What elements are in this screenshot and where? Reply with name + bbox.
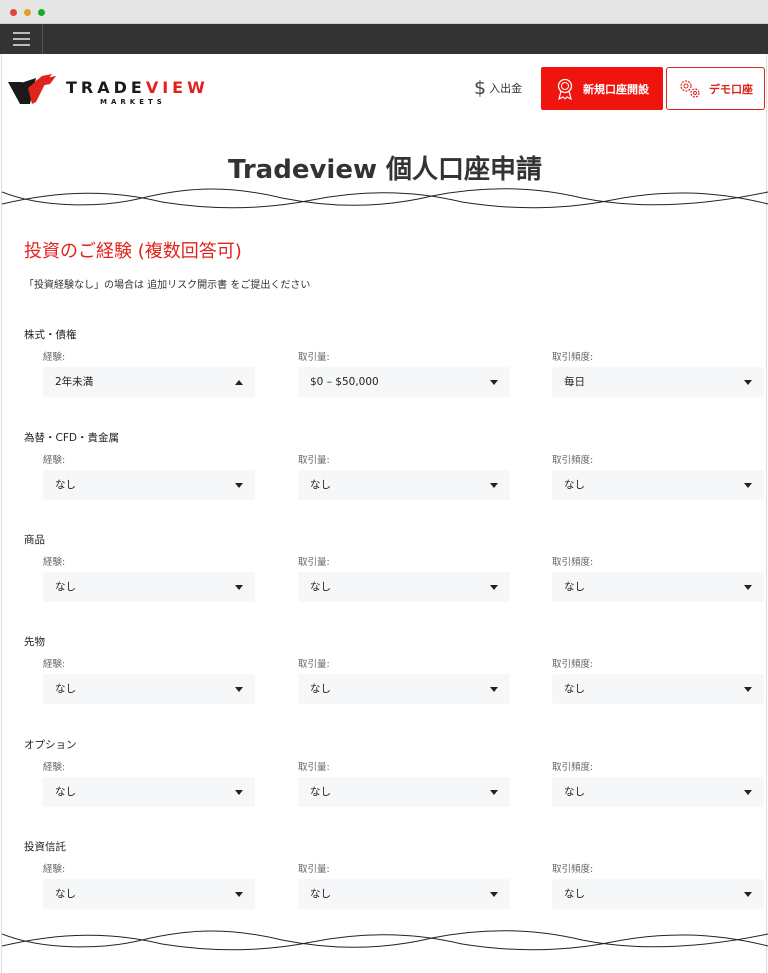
logo-wordmark: TRADEVIEW	[66, 78, 209, 97]
experience-select[interactable]: 2年未満	[43, 367, 255, 397]
page-content: TRADEVIEW MARKETS $ 入出金 新規口座開設 デモ口座 Trad…	[1, 54, 768, 973]
experience-label: 経験:	[43, 557, 66, 568]
window-titlebar	[0, 0, 768, 24]
open-account-label: 新規口座開設	[583, 82, 649, 96]
gears-icon	[680, 79, 700, 98]
caret-down-icon	[235, 790, 243, 795]
deposit-withdraw-label: 入出金	[489, 82, 523, 95]
caret-down-icon	[490, 687, 498, 692]
volume-label: 取引量:	[298, 557, 330, 568]
hamburger-menu-icon[interactable]	[0, 24, 43, 54]
group-label: オプション	[24, 739, 77, 751]
volume-label: 取引量:	[298, 455, 330, 466]
group-label: 株式・債権	[24, 329, 77, 341]
section-note: 「投資経験なし」の場合は 追加リスク開示書 をご提出ください	[24, 280, 311, 291]
wave-divider-bottom	[2, 930, 768, 951]
experience-select[interactable]: なし	[43, 777, 255, 807]
wave-divider-top	[2, 188, 768, 209]
group-label: 投資信託	[24, 841, 66, 853]
volume-select[interactable]: なし	[298, 879, 510, 909]
award-icon	[557, 78, 573, 100]
caret-up-icon	[235, 380, 243, 385]
volume-label: 取引量:	[298, 864, 330, 875]
minimize-window-dot[interactable]	[24, 9, 31, 16]
maximize-window-dot[interactable]	[38, 9, 45, 16]
experience-group-futures: 先物 経験: なし 取引量: なし 取引頻度: なし	[2, 634, 768, 734]
frequency-select[interactable]: なし	[552, 572, 764, 602]
volume-select[interactable]: なし	[298, 572, 510, 602]
volume-select[interactable]: なし	[298, 674, 510, 704]
experience-label: 経験:	[43, 864, 66, 875]
logo-mark-icon	[8, 74, 56, 104]
volume-label: 取引量:	[298, 352, 330, 363]
dollar-icon: $	[474, 76, 487, 99]
caret-down-icon	[235, 687, 243, 692]
volume-label: 取引量:	[298, 659, 330, 670]
frequency-select[interactable]: なし	[552, 777, 764, 807]
frequency-select[interactable]: なし	[552, 674, 764, 704]
caret-down-icon	[235, 892, 243, 897]
experience-group-commodities: 商品 経験: なし 取引量: なし 取引頻度: なし	[2, 532, 768, 632]
close-window-dot[interactable]	[10, 9, 17, 16]
caret-down-icon	[490, 790, 498, 795]
experience-select[interactable]: なし	[43, 470, 255, 500]
experience-select[interactable]: なし	[43, 674, 255, 704]
caret-down-icon	[235, 483, 243, 488]
caret-down-icon	[744, 380, 752, 385]
caret-down-icon	[744, 790, 752, 795]
frequency-select[interactable]: なし	[552, 879, 764, 909]
page-title: Tradeview 個人口座申請	[227, 155, 543, 185]
caret-down-icon	[744, 483, 752, 488]
open-account-button[interactable]: 新規口座開設	[541, 67, 663, 110]
demo-account-button[interactable]: デモ口座	[666, 67, 765, 110]
experience-label: 経験:	[43, 762, 66, 773]
experience-select[interactable]: なし	[43, 879, 255, 909]
frequency-label: 取引頻度:	[552, 762, 594, 773]
experience-group-fx: 為替・CFD・貴金属 経験: なし 取引量: なし 取引頻度: なし	[2, 430, 768, 530]
volume-select[interactable]: $0 – $50,000	[298, 367, 510, 397]
experience-group-stocks: 株式・債権 経験: 2年未満 取引量: $0 – $50,000 取引頻度: 毎…	[2, 327, 768, 427]
group-label: 為替・CFD・貴金属	[24, 432, 119, 444]
caret-down-icon	[744, 687, 752, 692]
caret-down-icon	[490, 380, 498, 385]
experience-label: 経験:	[43, 455, 66, 466]
experience-group-options: オプション 経験: なし 取引量: なし 取引頻度: なし	[2, 737, 768, 837]
deposit-withdraw-link[interactable]: $ 入出金	[474, 78, 522, 98]
top-bar	[0, 24, 768, 54]
caret-down-icon	[744, 892, 752, 897]
experience-label: 経験:	[43, 659, 66, 670]
frequency-label: 取引頻度:	[552, 659, 594, 670]
group-label: 先物	[24, 636, 45, 648]
frequency-label: 取引頻度:	[552, 455, 594, 466]
group-label: 商品	[24, 534, 45, 546]
frequency-select[interactable]: なし	[552, 470, 764, 500]
caret-down-icon	[235, 585, 243, 590]
caret-down-icon	[490, 483, 498, 488]
volume-label: 取引量:	[298, 762, 330, 773]
frequency-label: 取引頻度:	[552, 352, 594, 363]
experience-select[interactable]: なし	[43, 572, 255, 602]
experience-group-mutual-funds: 投資信託 経験: なし 取引量: なし 取引頻度: なし	[2, 839, 768, 939]
caret-down-icon	[744, 585, 752, 590]
tradeview-logo[interactable]: TRADEVIEW MARKETS	[6, 74, 206, 108]
section-title: 投資のご経験 (複数回答可)	[24, 241, 242, 262]
demo-account-label: デモ口座	[709, 82, 753, 96]
volume-select[interactable]: なし	[298, 777, 510, 807]
frequency-select[interactable]: 毎日	[552, 367, 764, 397]
volume-select[interactable]: なし	[298, 470, 510, 500]
frequency-label: 取引頻度:	[552, 864, 594, 875]
experience-label: 経験:	[43, 352, 66, 363]
logo-subtitle: MARKETS	[100, 98, 166, 106]
caret-down-icon	[490, 892, 498, 897]
frequency-label: 取引頻度:	[552, 557, 594, 568]
caret-down-icon	[490, 585, 498, 590]
